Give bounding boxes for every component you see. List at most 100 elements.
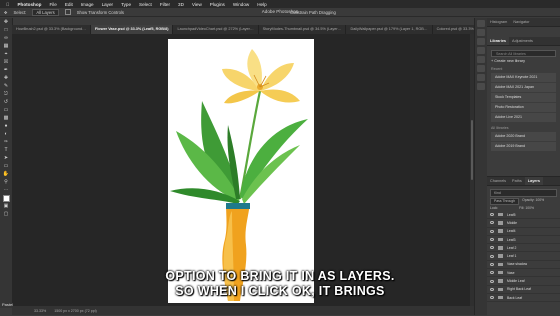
doc-tab[interactable]: Colored.psd @ 33.3% (RGB/8) bbox=[433, 25, 474, 34]
gradient-tool[interactable]: ▩ bbox=[2, 115, 10, 122]
quick-mask-icon[interactable]: ▣ bbox=[2, 203, 10, 210]
shape-tool[interactable]: ▭ bbox=[2, 163, 10, 170]
eye-icon[interactable] bbox=[490, 262, 494, 266]
doc-tab[interactable]: DailyWallpaper.psd @ 179% (Layer 1, RGB… bbox=[346, 25, 433, 34]
zoom-tool[interactable]: ⚲ bbox=[2, 179, 10, 186]
object-select-tool[interactable]: ▦ bbox=[2, 43, 10, 50]
library-item[interactable]: Adobe MAX 2021 Japan bbox=[491, 83, 556, 92]
brush-tool[interactable]: ✎ bbox=[2, 83, 10, 90]
zoom-level[interactable]: 33.33% bbox=[34, 309, 46, 313]
lock-label: Lock: bbox=[490, 206, 499, 210]
history-icon[interactable] bbox=[477, 20, 485, 27]
clone-stamp-tool[interactable]: ⎋ bbox=[2, 91, 10, 98]
doc-tab-active[interactable]: Flower Vase.psd @ 33.3% (Leaf5, RGB/8) bbox=[90, 25, 174, 34]
blur-tool[interactable]: ● bbox=[2, 123, 10, 130]
properties-icon[interactable] bbox=[477, 47, 485, 54]
app-menu[interactable]: Photoshop bbox=[17, 2, 41, 7]
eye-icon[interactable] bbox=[490, 254, 494, 258]
eye-icon[interactable] bbox=[490, 229, 494, 233]
library-item[interactable]: Adobe 2019 Brand bbox=[491, 142, 556, 151]
library-item[interactable]: Adobe 2020 Brand bbox=[491, 132, 556, 141]
recent-label: Recent bbox=[491, 67, 503, 71]
tab-histogram[interactable]: Histogram bbox=[487, 18, 510, 26]
library-item[interactable]: Stock Templates bbox=[491, 93, 556, 102]
layer-row[interactable]: Leaf5 bbox=[487, 211, 560, 220]
layer-row[interactable]: Leaf4 bbox=[487, 228, 560, 236]
more-tools-icon[interactable]: ⋯ bbox=[2, 187, 10, 194]
tab-channels[interactable]: Channels bbox=[487, 177, 509, 185]
doc-tab[interactable]: StoryModes-Thumbnail.psd @ 34.5% (Layer… bbox=[259, 25, 347, 34]
pen-tool[interactable]: ✑ bbox=[2, 139, 10, 146]
flower-vase-artwork bbox=[170, 49, 308, 301]
layer-row[interactable]: Vase shadow bbox=[487, 261, 560, 270]
window-title: Adobe Photoshop bbox=[261, 9, 299, 14]
apple-menu[interactable]:  bbox=[6, 2, 9, 7]
menu-edit[interactable]: Edit bbox=[65, 2, 73, 7]
select-dropdown[interactable]: All Layers bbox=[32, 8, 59, 16]
type-tool[interactable]: T bbox=[2, 147, 10, 154]
lasso-tool[interactable]: ∞ bbox=[2, 35, 10, 42]
library-search-input[interactable]: Search All libraries bbox=[491, 50, 556, 57]
menu-help[interactable]: Help bbox=[257, 2, 266, 7]
menu-type[interactable]: Type bbox=[121, 2, 131, 7]
create-library-button[interactable]: + Create new library bbox=[491, 59, 556, 63]
library-item[interactable]: Adobe Live 2021 bbox=[491, 113, 556, 122]
libraries-icon[interactable] bbox=[477, 65, 485, 72]
tab-adjustments[interactable]: Adjustments bbox=[509, 37, 536, 45]
menu-bar:  Photoshop File Edit Image Layer Type S… bbox=[0, 0, 560, 8]
crop-tool[interactable]: ⌖ bbox=[2, 51, 10, 58]
library-item[interactable]: Adobe MAX Keynote 2021 bbox=[491, 73, 556, 82]
color-icon[interactable] bbox=[477, 29, 485, 36]
tab-paths[interactable]: Paths bbox=[509, 177, 525, 185]
eye-icon[interactable] bbox=[490, 213, 494, 217]
move-tool-icon[interactable]: ✥ bbox=[4, 10, 8, 15]
library-item[interactable]: Photo Restoration bbox=[491, 103, 556, 112]
subtitle-line: OPTION TO BRING IT IN AS LAYERS. bbox=[165, 269, 395, 283]
tab-layers[interactable]: Layers bbox=[524, 177, 544, 185]
eyedropper-tool[interactable]: ✒ bbox=[2, 67, 10, 74]
document-canvas[interactable] bbox=[168, 39, 314, 303]
hand-tool[interactable]: ✋ bbox=[2, 171, 10, 178]
panel-tabs: Histogram Navigator bbox=[487, 18, 560, 27]
menu-window[interactable]: Window bbox=[233, 2, 249, 7]
blend-mode-dropdown[interactable]: Pass Through bbox=[490, 198, 520, 205]
menu-view[interactable]: View bbox=[192, 2, 202, 7]
frame-tool[interactable]: ☒ bbox=[2, 59, 10, 66]
layer-row[interactable]: Leaf 1 bbox=[487, 252, 560, 261]
tab-navigator[interactable]: Navigator bbox=[510, 18, 532, 26]
menu-layer[interactable]: Layer bbox=[102, 2, 114, 7]
path-select-tool[interactable]: ➤ bbox=[2, 155, 10, 162]
menu-plugins[interactable]: Plugins bbox=[210, 2, 225, 7]
marquee-tool[interactable]: □ bbox=[2, 27, 10, 34]
layer-row[interactable]: Leaf3 bbox=[487, 236, 560, 245]
brushes-icon[interactable] bbox=[477, 74, 485, 81]
adjustments-icon[interactable] bbox=[477, 56, 485, 63]
layer-filter-dropdown[interactable]: Kind bbox=[490, 189, 557, 197]
history-brush-tool[interactable]: ↺ bbox=[2, 99, 10, 106]
menu-select[interactable]: Select bbox=[139, 2, 152, 7]
foreground-color[interactable] bbox=[2, 195, 10, 202]
eye-icon[interactable] bbox=[490, 246, 494, 250]
show-transform-checkbox[interactable] bbox=[64, 9, 71, 15]
fill-field[interactable]: Fill: 100% bbox=[519, 206, 534, 210]
menu-filter[interactable]: Filter bbox=[160, 2, 170, 7]
menu-image[interactable]: Image bbox=[81, 2, 94, 7]
doc-tab[interactable]: LaunchpadVideoChart.psd @ 272% (Layer… bbox=[173, 25, 259, 34]
scrollbar-thumb[interactable] bbox=[471, 120, 473, 180]
eye-icon[interactable] bbox=[490, 221, 494, 225]
opacity-field[interactable]: Opacity: 100% bbox=[522, 198, 544, 205]
screen-mode-icon[interactable]: ▢ bbox=[2, 211, 10, 218]
doc-tab[interactable]: HowBrush2.psd @ 33.3% (Background… bbox=[12, 25, 91, 34]
eraser-tool[interactable]: ▭ bbox=[2, 107, 10, 114]
dodge-tool[interactable]: ◐ bbox=[2, 131, 10, 138]
layer-row[interactable]: Middle bbox=[487, 219, 560, 228]
swatches-icon[interactable] bbox=[477, 38, 485, 45]
move-tool[interactable]: ✥ bbox=[2, 19, 10, 26]
healing-tool[interactable]: ✚ bbox=[2, 75, 10, 82]
menu-file[interactable]: File bbox=[49, 2, 56, 7]
tab-libraries[interactable]: Libraries bbox=[487, 37, 510, 45]
eye-icon[interactable] bbox=[490, 238, 494, 242]
layer-row[interactable]: Leaf 2 bbox=[487, 244, 560, 253]
paragraph-icon[interactable] bbox=[477, 83, 485, 90]
menu-3d[interactable]: 3D bbox=[178, 2, 184, 7]
